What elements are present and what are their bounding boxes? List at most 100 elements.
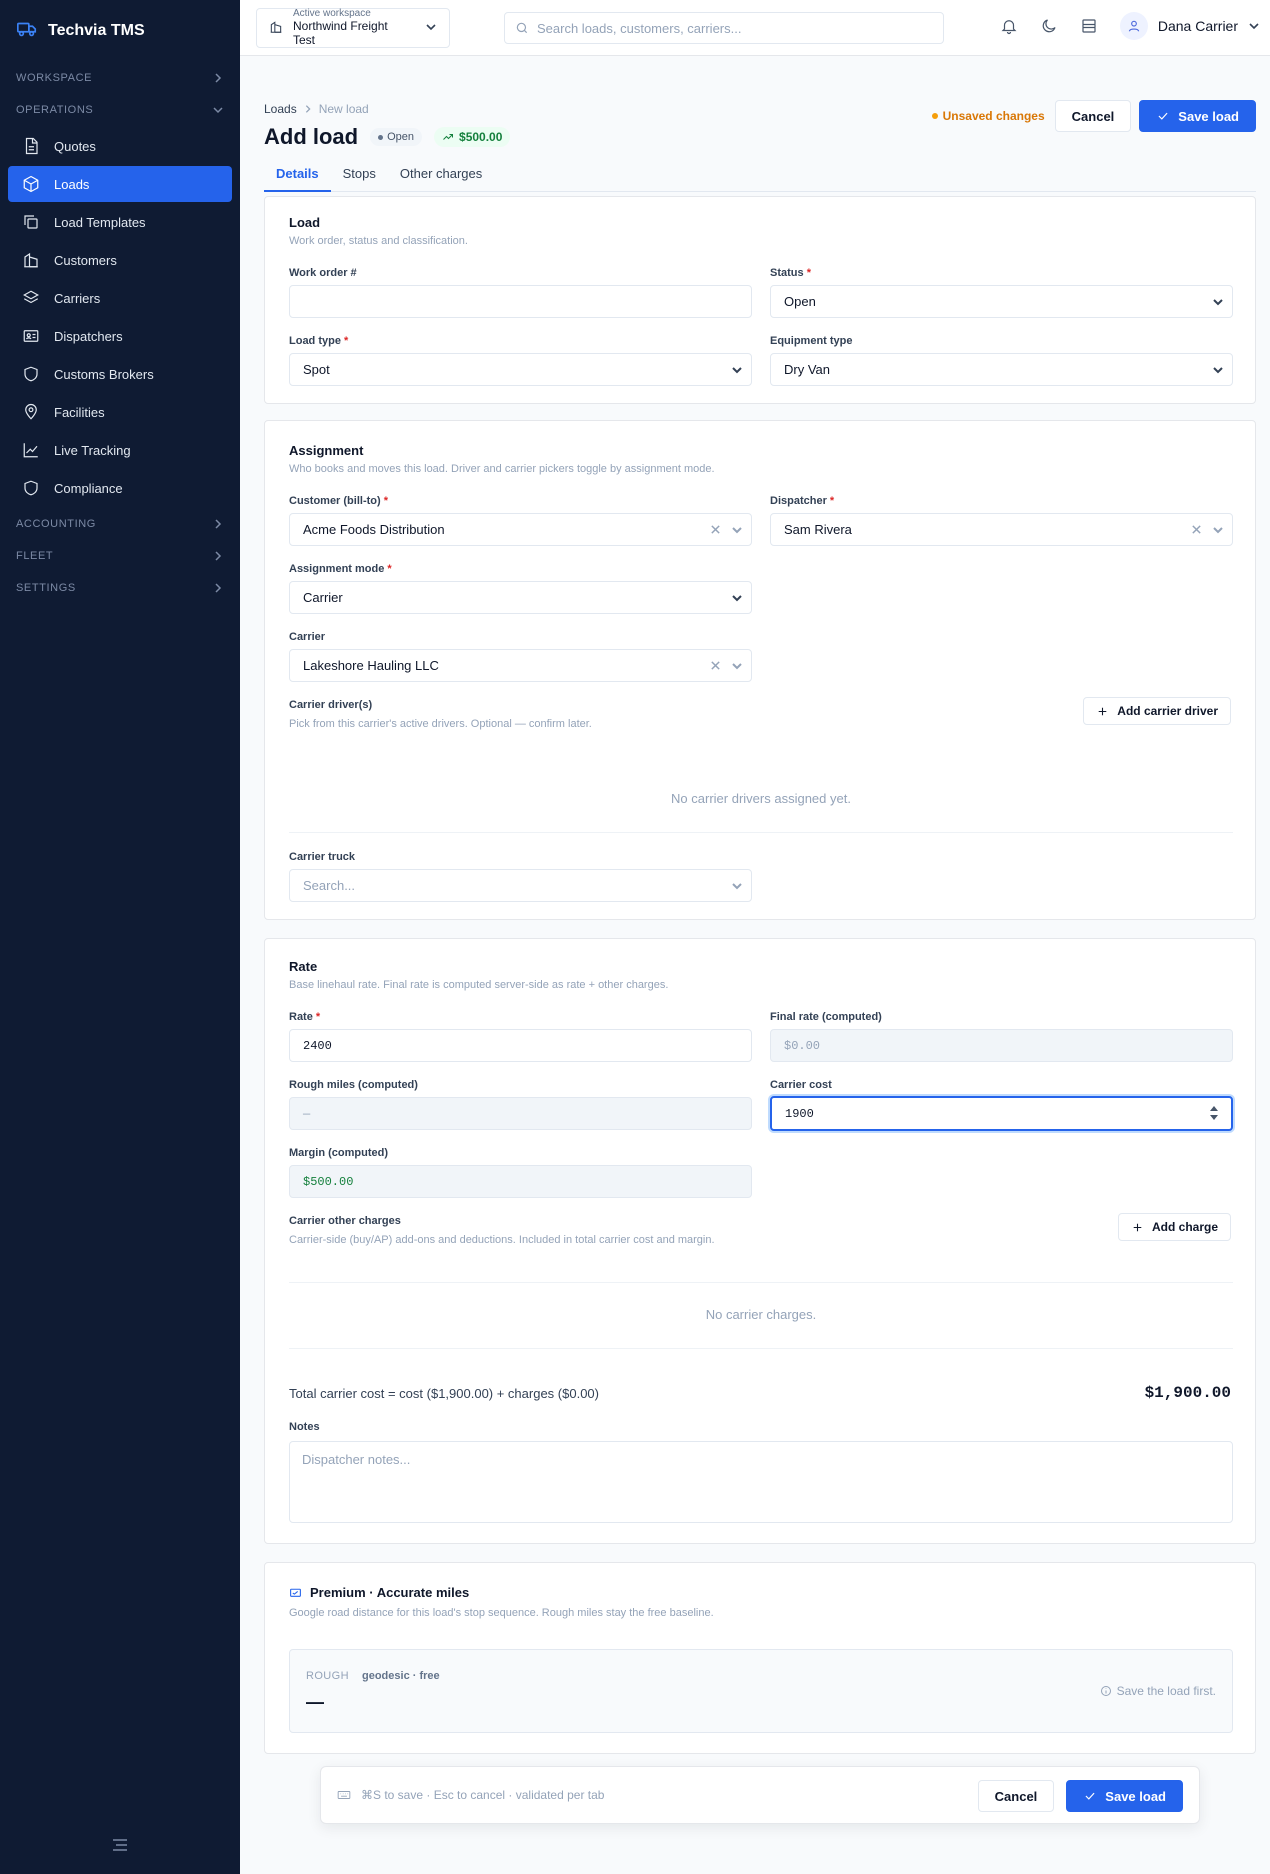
brand[interactable]: Techvia TMS [0, 0, 240, 62]
notes-textarea[interactable]: Dispatcher notes... [289, 1441, 1233, 1523]
rough-miles-box: ROUGH geodesic · free — Save the load fi… [289, 1649, 1233, 1733]
add-carrier-driver-button[interactable]: Add carrier driver [1083, 697, 1231, 725]
chevron-down-icon [732, 527, 742, 534]
keyboard-hint: ⌘S to save · Esc to cancel · validated p… [337, 1788, 604, 1802]
server-icon[interactable] [1080, 17, 1098, 38]
chevron-right-icon [215, 551, 222, 561]
total-carrier-cost-value: $1,900.00 [1144, 1384, 1231, 1402]
assignment-title: Assignment [289, 443, 364, 458]
carrier-charges-empty: No carrier charges. [705, 1307, 817, 1322]
rate-title: Rate [289, 959, 318, 974]
carrier-truck-label: Carrier truck [289, 851, 356, 863]
chevron-down-icon [732, 663, 742, 670]
premium-subtitle: Google road distance for this load's sto… [289, 1607, 714, 1619]
nav-section-accounting[interactable]: ACCOUNTING [0, 508, 240, 540]
work-order-label: Work order # [289, 267, 357, 279]
sidebar-item-compliance[interactable]: Compliance [8, 470, 232, 506]
page-title: Add load [264, 124, 359, 149]
close-icon[interactable] [710, 660, 721, 671]
sidebar-collapse-icon[interactable] [112, 1838, 128, 1852]
chevron-down-icon [732, 595, 742, 602]
global-search[interactable] [504, 12, 944, 44]
customer-label: Customer (bill-to) * [289, 495, 389, 507]
load-section-subtitle: Work order, status and classification. [289, 235, 468, 247]
carrier-select[interactable]: Lakeshore Hauling LLC [289, 649, 752, 682]
breadcrumb-loads[interactable]: Loads [264, 102, 297, 116]
rough-miles-label: Rough miles (computed) [289, 1079, 418, 1091]
carrier-truck-select[interactable]: Search... [289, 869, 752, 902]
user-menu[interactable]: Dana Carrier [1119, 12, 1260, 40]
save-load-button[interactable]: Save load [1139, 100, 1256, 132]
sidebar-item-facilities[interactable]: Facilities [8, 394, 232, 430]
bottom-cancel-button[interactable]: Cancel [977, 1780, 1055, 1812]
divider [289, 1282, 1233, 1283]
info-icon [1100, 1686, 1111, 1696]
building-icon [24, 252, 38, 268]
sidebar-item-live-tracking[interactable]: Live Tracking [8, 432, 232, 468]
stepper-icon[interactable] [1209, 1104, 1219, 1122]
shield-icon [24, 366, 38, 382]
nav-section-settings[interactable]: SETTINGS [0, 572, 240, 604]
total-carrier-cost-formula: Total carrier cost = cost ($1,900.00) + … [289, 1386, 599, 1401]
workspace-name: Northwind Freight Test [293, 18, 388, 47]
unsaved-indicator: Unsaved changes [931, 109, 1045, 123]
bell-icon[interactable] [1000, 17, 1018, 38]
status-badge: Open [370, 128, 423, 146]
search-icon [516, 22, 528, 34]
status-select[interactable]: Open [770, 285, 1233, 318]
check-icon [1085, 1792, 1095, 1800]
sidebar-item-carriers[interactable]: Carriers [8, 280, 232, 316]
chevron-right-icon [215, 583, 222, 593]
sidebar-item-dispatchers[interactable]: Dispatchers [8, 318, 232, 354]
nav-section-operations[interactable]: OPERATIONS [0, 94, 240, 126]
bottom-save-load-button[interactable]: Save load [1066, 1780, 1183, 1812]
app-name: Techvia TMS [48, 22, 145, 39]
work-order-input[interactable] [289, 285, 752, 318]
assignment-mode-select[interactable]: Carrier [289, 581, 752, 614]
load-type-select[interactable]: Spot [289, 353, 752, 386]
building-icon [269, 20, 283, 37]
margin-label: Margin (computed) [289, 1147, 388, 1159]
sidebar-item-customs-brokers[interactable]: Customs Brokers [8, 356, 232, 392]
carrier-drivers-hint: Pick from this carrier's active drivers.… [289, 718, 592, 730]
sidebar-item-load-templates[interactable]: Load Templates [8, 204, 232, 240]
load-section-title: Load [289, 215, 321, 230]
id-card-icon [23, 330, 39, 342]
equipment-type-select[interactable]: Dry Van [770, 353, 1233, 386]
add-charge-button[interactable]: Add charge [1117, 1213, 1231, 1241]
tab-details[interactable]: Details [264, 162, 331, 192]
rate-input[interactable]: 2400 [289, 1029, 752, 1062]
tab-other-charges[interactable]: Other charges [388, 162, 494, 192]
user-name: Dana Carrier [1157, 18, 1238, 34]
breadcrumb-current: New load [318, 102, 369, 116]
assignment-section: Assignment Who books and moves this load… [264, 420, 1256, 920]
geodesic-tag: geodesic · free [362, 1670, 440, 1682]
margin-field: $500.00 [289, 1165, 752, 1198]
dispatcher-select[interactable]: Sam Rivera [770, 513, 1233, 546]
margin-badge: $500.00 [434, 127, 511, 147]
sidebar-item-customers[interactable]: Customers [8, 242, 232, 278]
close-icon[interactable] [1191, 524, 1202, 535]
chevron-right-icon [215, 519, 222, 529]
sidebar-item-loads[interactable]: Loads [8, 166, 232, 202]
map-pin-icon [25, 403, 37, 420]
load-type-label: Load type * [289, 335, 349, 347]
cancel-button[interactable]: Cancel [1054, 100, 1132, 132]
close-icon[interactable] [710, 524, 721, 535]
moon-icon[interactable] [1040, 17, 1058, 38]
carrier-cost-input[interactable]: 1900 [770, 1096, 1233, 1131]
nav-section-workspace[interactable]: WORKSPACE [0, 62, 240, 94]
search-input[interactable] [537, 20, 933, 36]
chart-line-icon [23, 443, 38, 458]
keyboard-icon [337, 1791, 351, 1799]
tab-stops[interactable]: Stops [331, 162, 388, 192]
chevron-down-icon [1213, 527, 1223, 534]
workspace-switcher[interactable]: Active workspace Northwind Freight Test [256, 8, 450, 48]
sidebar-item-quotes[interactable]: Quotes [8, 128, 232, 164]
carrier-label: Carrier [289, 631, 326, 643]
chevron-down-icon [419, 21, 437, 36]
card-icon [290, 1588, 301, 1597]
chevron-down-icon [213, 107, 223, 114]
customer-select[interactable]: Acme Foods Distribution [289, 513, 752, 546]
nav-section-fleet[interactable]: FLEET [0, 540, 240, 572]
